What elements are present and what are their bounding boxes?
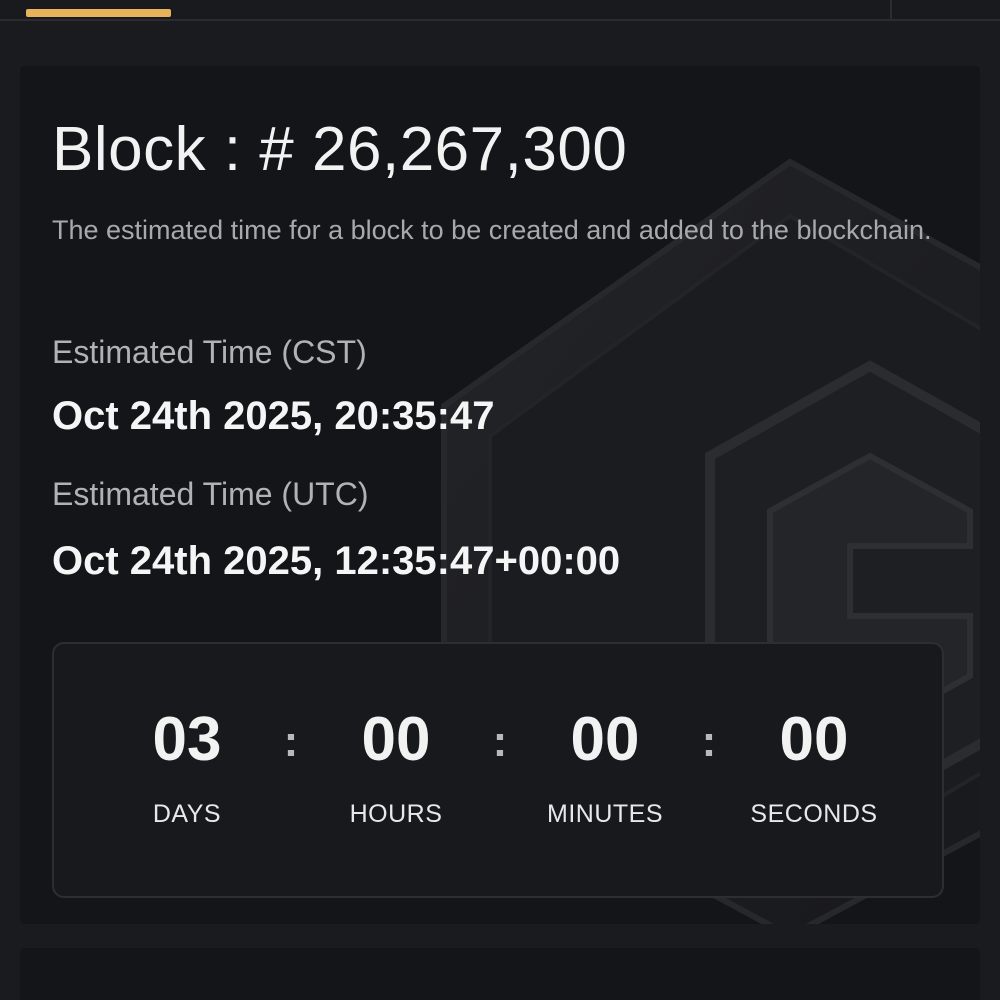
- estimated-time-cst-label: Estimated Time (CST): [52, 334, 367, 370]
- block-description: The estimated time for a block to be cre…: [52, 215, 932, 245]
- countdown-separator: :: [492, 717, 508, 766]
- countdown-timer: 03 DAYS : 00 HOURS : 00 MINUTES : 00 SEC…: [52, 642, 944, 898]
- block-title: Block : # 26,267,300: [52, 114, 627, 185]
- countdown-minutes-label: MINUTES: [547, 800, 663, 828]
- estimated-time-utc-value: Oct 24th 2025, 12:35:47+00:00: [52, 539, 621, 583]
- countdown-days: 03 DAYS: [102, 704, 272, 829]
- countdown-hours-label: HOURS: [349, 800, 443, 828]
- countdown-days-label: DAYS: [152, 800, 222, 828]
- estimated-time-cst-value: Oct 24th 2025, 20:35:47: [52, 394, 495, 438]
- countdown-seconds-value: 00: [779, 705, 849, 774]
- countdown-seconds-label: SECONDS: [750, 800, 878, 828]
- page: Block : # 26,267,300 The estimated time …: [0, 0, 1000, 1000]
- estimated-time-utc-label: Estimated Time (UTC): [52, 476, 369, 512]
- countdown-seconds: 00 SECONDS: [729, 704, 899, 829]
- countdown-days-value: 03: [152, 705, 222, 774]
- tab-divider: [890, 0, 892, 19]
- countdown-hours-value: 00: [361, 705, 431, 774]
- block-countdown-card: Block : # 26,267,300 The estimated time …: [20, 66, 980, 924]
- countdown-minutes-value: 00: [570, 705, 640, 774]
- next-card: [20, 948, 980, 1000]
- countdown-hours: 00 HOURS: [311, 704, 481, 829]
- active-tab-indicator[interactable]: [26, 9, 171, 17]
- tab-bar: [0, 0, 1000, 21]
- block-number: # 26,267,300: [259, 115, 628, 184]
- countdown-separator: :: [283, 717, 299, 766]
- countdown-minutes: 00 MINUTES: [520, 704, 690, 829]
- countdown-separator: :: [701, 717, 717, 766]
- block-title-prefix: Block :: [52, 115, 260, 184]
